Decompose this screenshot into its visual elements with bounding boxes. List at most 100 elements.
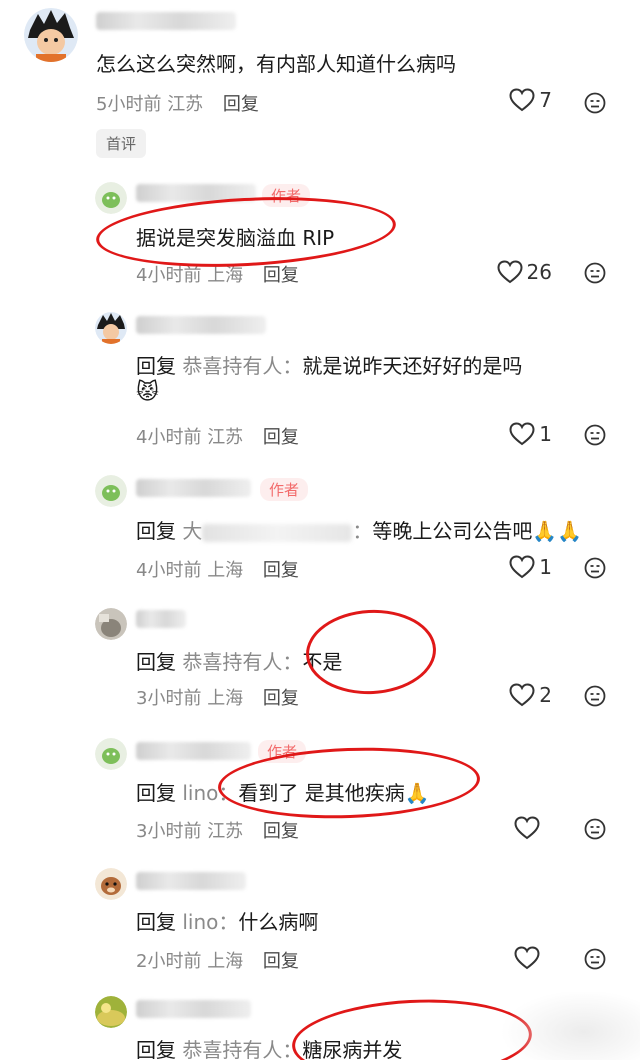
like-button[interactable] [514,946,540,970]
reply-4: 回复 恭喜持有人：不是 3小时前 上海 回复 2 [0,600,640,730]
dislike-icon[interactable] [584,92,606,114]
dislike-icon[interactable] [584,424,606,446]
comment-meta: 3小时前 江苏 回复 [136,817,299,843]
like-count: 2 [539,683,552,707]
red-highlight-circle [94,190,398,274]
cat-emoji-icon: 😾 [136,380,159,405]
comment-meta: 4小时前 江苏 回复 [136,423,299,449]
like-button[interactable]: 1 [509,422,552,446]
location: 上海 [207,265,244,286]
timestamp: 2小时前 [136,951,202,972]
reply-target[interactable]: 大： [182,519,372,543]
timestamp: 4小时前 [136,427,202,448]
dislike-icon[interactable] [584,557,606,579]
location: 江苏 [207,821,244,842]
comment-text: 回复 lino：什么病啊 [136,906,318,935]
comment-meta: 2小时前 上海 回复 [136,947,299,973]
red-highlight-circle [216,743,482,823]
reply-prefix: 回复 [136,910,176,934]
username-blurred[interactable] [136,1000,251,1018]
pray-emoji-icon: 🙏🙏 [532,519,583,543]
like-button[interactable] [514,816,540,840]
avatar[interactable] [95,608,127,640]
avatar[interactable] [95,868,127,900]
reply-button[interactable]: 回复 [223,94,259,115]
reply-prefix: 回复 [136,354,176,378]
heart-icon [509,88,535,112]
like-count: 26 [526,260,552,284]
username-blurred[interactable] [96,12,236,30]
comment-body: 什么病啊 [238,910,319,934]
like-button[interactable]: 2 [509,683,552,707]
location: 上海 [207,560,244,581]
reply-5: 作者 回复 lino：看到了 是其他疾病🙏 3小时前 江苏 回复 [0,732,640,862]
reply-button[interactable]: 回复 [263,427,299,448]
like-button[interactable]: 1 [509,555,552,579]
timestamp: 3小时前 [136,821,202,842]
like-count: 1 [539,422,552,446]
heart-icon [497,260,523,284]
timestamp: 4小时前 [136,265,202,286]
reply-button[interactable]: 回复 [263,951,299,972]
reply-1: 作者 据说是突发脑溢血 RIP 4小时前 上海 回复 26 [0,170,640,300]
timestamp: 4小时前 [136,560,202,581]
reply-2: 回复 恭喜持有人：就是说昨天还好好的是吗 😾 4小时前 江苏 回复 1 [0,300,640,460]
like-count: 1 [539,555,552,579]
comment-meta: 3小时前 上海 回复 [136,684,299,710]
username-blurred[interactable] [136,872,246,890]
red-highlight-circle [303,606,439,698]
avatar[interactable] [95,475,127,507]
reply-prefix: 回复 [136,650,176,674]
username-blurred[interactable] [136,610,186,628]
comment-text: 怎么这么突然啊，有内部人知道什么病吗 [96,52,456,76]
comment-text: 回复 大：等晚上公司公告吧🙏🙏 [136,515,582,544]
reply-button[interactable]: 回复 [263,560,299,581]
heart-icon [509,555,535,579]
location: 上海 [207,951,244,972]
dislike-icon[interactable] [584,948,606,970]
reply-button[interactable]: 回复 [263,821,299,842]
reply-prefix: 回复 [136,1038,176,1060]
avatar[interactable] [95,738,127,770]
first-comment-tag: 首评 [96,129,147,158]
dislike-icon[interactable] [584,818,606,840]
reply-7: 回复 恭喜持有人：糖尿病并发 [0,992,640,1060]
heart-icon [509,422,535,446]
username-blurred[interactable] [136,316,266,334]
location: 江苏 [167,94,204,115]
reply-target[interactable]: 恭喜持有人： [182,1038,302,1060]
heart-icon [514,816,540,840]
dislike-icon[interactable] [584,262,606,284]
reply-prefix: 回复 [136,781,176,805]
avatar[interactable] [24,8,78,62]
location: 江苏 [207,427,244,448]
comment-text: 回复 恭喜持有人：就是说昨天还好好的是吗 [136,350,522,379]
location: 上海 [207,688,244,709]
like-count: 7 [539,88,552,112]
comment-body: 就是说昨天还好好的是吗 [302,354,523,378]
dislike-icon[interactable] [584,685,606,707]
reply-button[interactable]: 回复 [263,688,299,709]
comment-meta: 4小时前 上海 回复 [136,556,299,582]
reply-target[interactable]: lino： [182,910,238,934]
username-blurred[interactable] [136,479,251,497]
avatar[interactable] [95,996,127,1028]
red-highlight-circle [290,993,534,1060]
comment-body: 等晚上公司公告吧 [372,519,533,543]
avatar[interactable] [95,312,127,344]
like-button[interactable]: 7 [509,88,552,112]
reply-button[interactable]: 回复 [263,265,299,286]
corner-smudge [500,992,640,1060]
reply-3: 作者 回复 大：等晚上公司公告吧🙏🙏 4小时前 上海 回复 1 [0,465,640,595]
heart-icon [509,683,535,707]
reply-6: 回复 lino：什么病啊 2小时前 上海 回复 [0,866,640,991]
timestamp: 3小时前 [136,688,202,709]
reply-prefix: 回复 [136,519,176,543]
username-blurred[interactable] [136,742,251,760]
comment-meta: 5小时前 江苏 回复 [96,90,259,116]
avatar[interactable] [95,182,127,214]
timestamp: 5小时前 [96,94,162,115]
like-button[interactable]: 26 [497,260,552,284]
reply-target[interactable]: 恭喜持有人： [182,354,302,378]
reply-target[interactable]: 恭喜持有人： [182,650,302,674]
